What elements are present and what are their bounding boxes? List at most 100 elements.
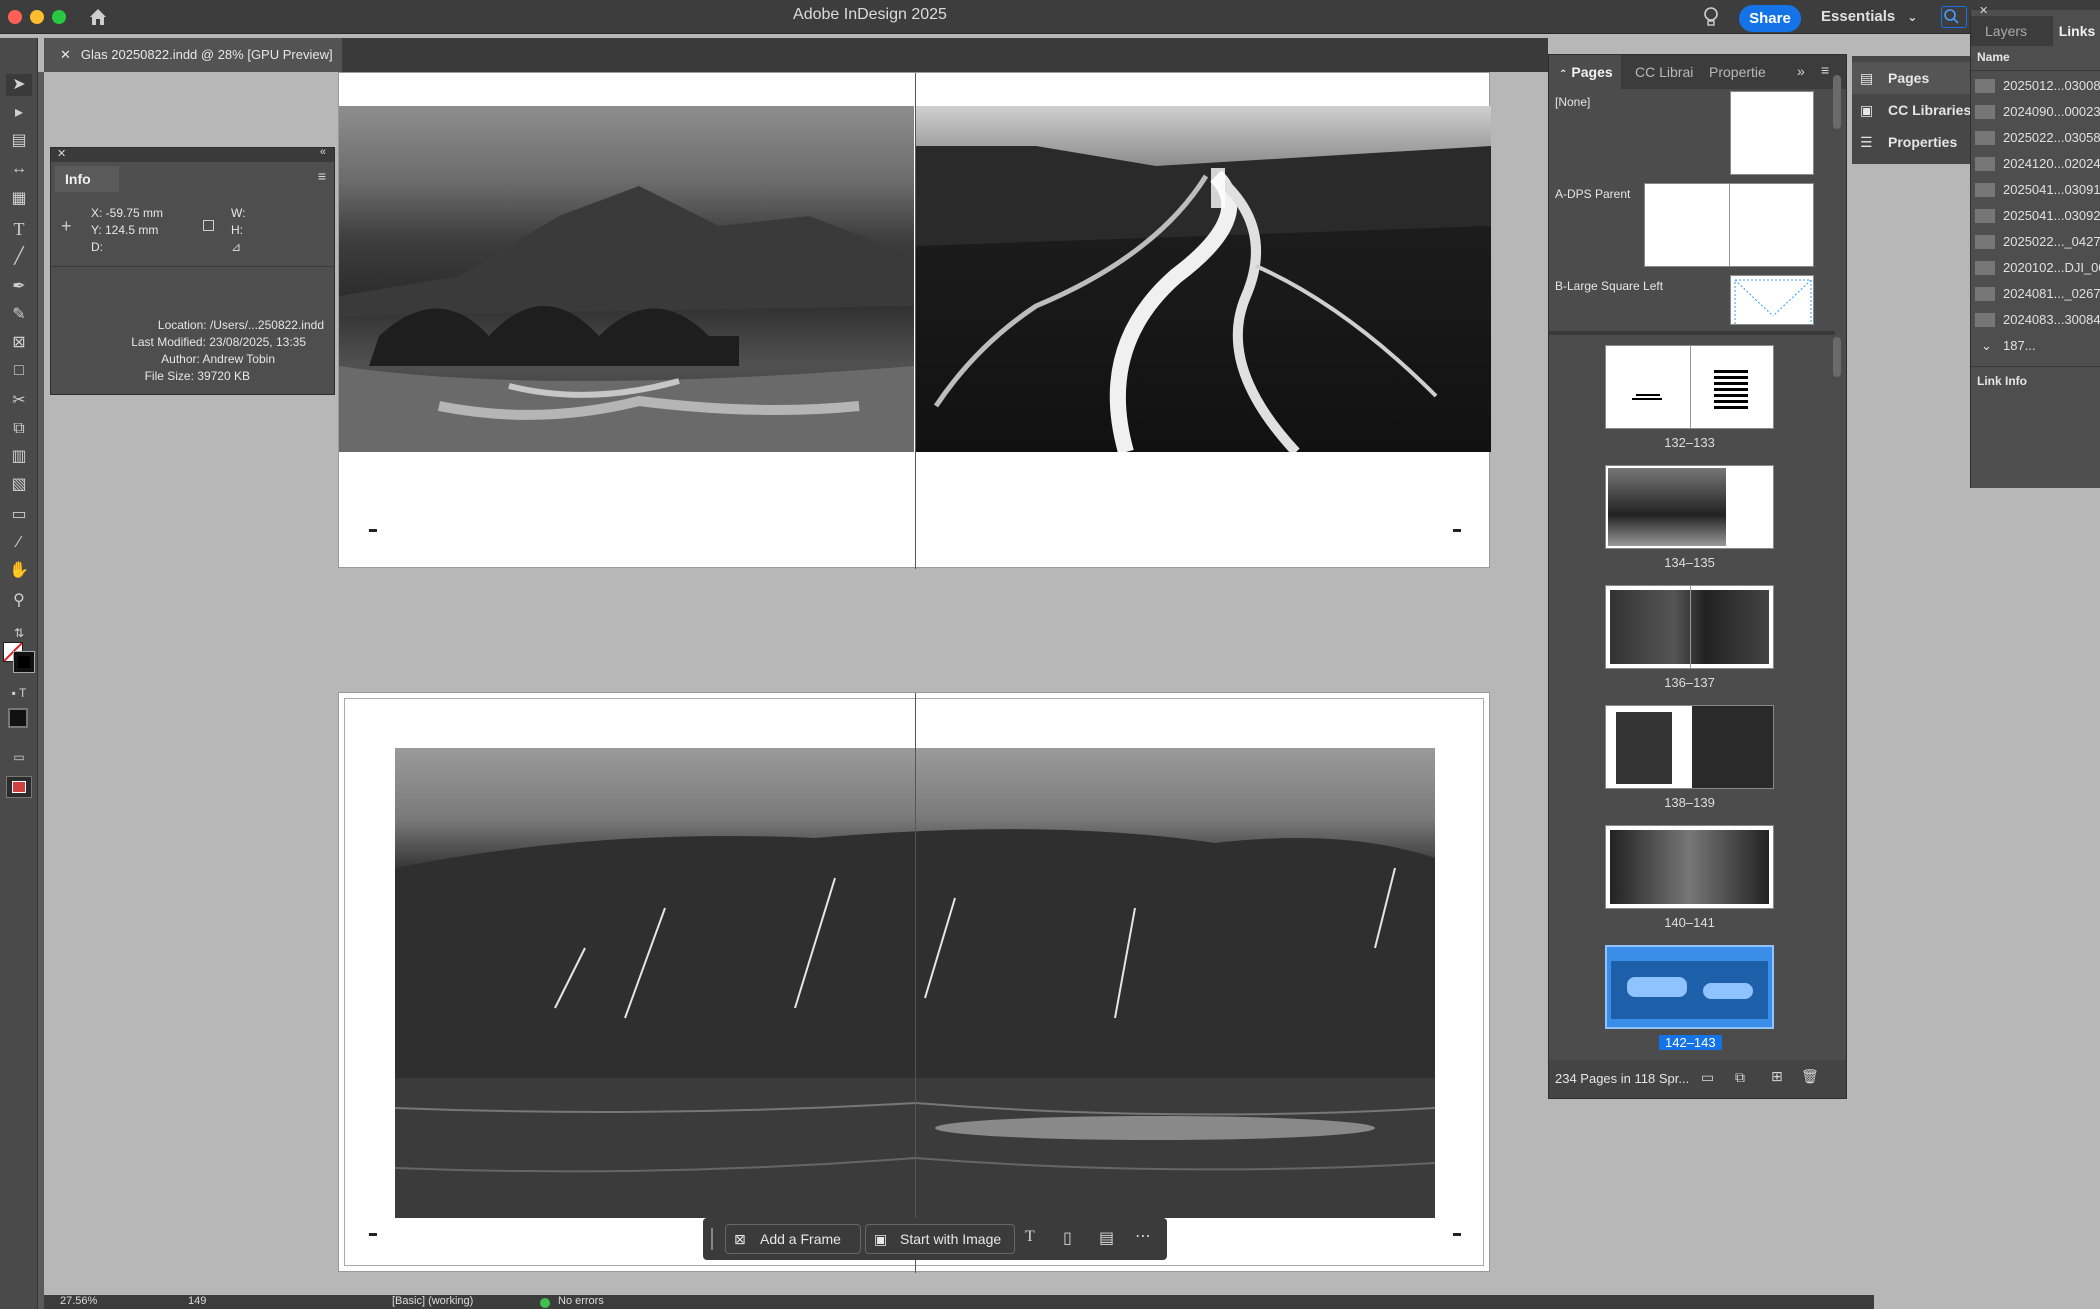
height-value: H: (231, 223, 243, 237)
formatting-affects-container-icon[interactable]: ▪ T (6, 682, 32, 704)
pencil-tool-icon[interactable]: ✎ (6, 304, 32, 326)
start-with-image-button[interactable]: ▣ Start with Image (865, 1224, 1015, 1254)
tab-cc-libraries[interactable]: CC Librai (1635, 55, 1693, 89)
dock-pages[interactable]: ▤ Pages (1852, 62, 1972, 94)
link-thumbnail (1975, 313, 1995, 327)
zoom-tool-icon[interactable]: ⚲ (6, 590, 32, 612)
info-tab[interactable]: Info (55, 166, 119, 192)
spread-top[interactable] (338, 72, 1491, 569)
page-size-icon[interactable]: ▭ (1701, 1069, 1714, 1086)
parent-a-label[interactable]: A-DPS Parent (1555, 187, 1630, 201)
dock-cc-libraries[interactable]: ▣ CC Libraries (1852, 94, 1972, 126)
parent-none-label[interactable]: [None] (1555, 95, 1590, 109)
selection-tool-icon[interactable]: ➤ (6, 74, 32, 96)
page-settings-icon[interactable]: ▤ (1099, 1228, 1114, 1248)
spread-thumbnail[interactable] (1605, 825, 1774, 909)
zoom-level[interactable]: 27.56% (60, 1295, 97, 1307)
panel-menu-icon[interactable]: ≡ (318, 168, 326, 184)
gradient-feather-tool-icon[interactable]: ▧ (6, 474, 32, 496)
spread-thumbnail[interactable] (1605, 465, 1774, 549)
apply-color-icon[interactable] (8, 708, 28, 728)
close-icon[interactable]: ✕ (60, 47, 71, 62)
gap-tool-icon[interactable]: ↔ (6, 158, 32, 180)
spread-thumbnail[interactable] (1605, 585, 1774, 669)
free-transform-tool-icon[interactable]: ⧉ (6, 418, 32, 440)
link-name: 2025022...03058 (2003, 130, 2100, 145)
tab-properties[interactable]: Propertie (1709, 55, 1766, 89)
hand-tool-icon[interactable]: ✋ (6, 560, 32, 582)
rectangle-frame-tool-icon[interactable]: ⊠ (6, 332, 32, 354)
tab-pages[interactable]: ⌃ Pages (1549, 55, 1621, 89)
collapse-icon[interactable]: « (320, 146, 326, 158)
spreads-scrollbar[interactable] (1833, 337, 1841, 377)
spread-thumbnail[interactable] (1605, 705, 1774, 789)
dock-properties[interactable]: ☰ Properties (1852, 126, 1972, 158)
tab-layers[interactable]: Layers (1985, 23, 2027, 39)
page-number-field[interactable]: 149 (188, 1295, 206, 1307)
eyedropper-tool-icon[interactable]: ⁄ (6, 532, 32, 554)
lightbulb-icon[interactable] (1702, 6, 1720, 28)
line-tool-icon[interactable]: ╱ (6, 246, 32, 268)
swap-colors-icon[interactable]: ⇅ (6, 622, 32, 644)
workspace-switcher[interactable]: Essentials ⌄ (1821, 8, 1917, 25)
pen-tool-icon[interactable]: ✒ (6, 276, 32, 298)
divider (1971, 366, 2100, 367)
link-row[interactable]: 2024090...00023 (1971, 100, 2100, 124)
link-row[interactable]: 2025012...03008 (1971, 74, 2100, 98)
panel-menu-icon[interactable]: ≡ (1821, 62, 1829, 78)
drag-handle[interactable] (711, 1228, 713, 1250)
spread-bottom[interactable] (338, 692, 1490, 1273)
screen-mode-icon[interactable]: ▭ (6, 746, 32, 768)
new-page-icon[interactable]: ⊞ (1771, 1068, 1783, 1085)
dock-label: CC Libraries (1888, 102, 1972, 118)
links-tab-bar: Layers Links (1971, 16, 2100, 46)
scissors-tool-icon[interactable]: ✂ (6, 390, 32, 412)
properties-icon: ☰ (1860, 134, 1873, 150)
parent-a-thumbnail[interactable] (1644, 183, 1814, 267)
link-row[interactable]: 2020102...DJI_00 (1971, 256, 2100, 280)
link-row[interactable]: 2025022...03058 (1971, 126, 2100, 150)
spread-thumbnail[interactable] (1605, 345, 1774, 429)
type-tool-icon[interactable]: T (6, 218, 32, 240)
link-row[interactable]: 2024083...30084 (1971, 308, 2100, 332)
add-frame-button[interactable]: ⊠ Add a Frame (725, 1224, 861, 1254)
parent-b-thumbnail[interactable] (1730, 275, 1814, 325)
river-photo[interactable] (916, 106, 1491, 452)
link-group-row[interactable]: ⌄ 187... (1971, 334, 2100, 358)
link-row[interactable]: 2025041...03092 (1971, 204, 2100, 228)
document-tab[interactable]: ✕ Glas 20250822.indd @ 28% [GPU Preview] (44, 38, 342, 72)
link-info-toggle[interactable]: Link Info (1977, 374, 2027, 388)
tab-links[interactable]: Links (2053, 16, 2100, 46)
rectangle-tool-icon[interactable]: □ (6, 360, 32, 382)
document-icon[interactable]: ▯ (1063, 1228, 1072, 1248)
type-icon[interactable]: T (1025, 1228, 1035, 1246)
close-icon[interactable]: ✕ (57, 147, 66, 160)
gradient-swatch-tool-icon[interactable]: ▥ (6, 446, 32, 468)
link-row[interactable]: 2024081..._0267 (1971, 282, 2100, 306)
expand-icon[interactable]: » (1797, 63, 1805, 79)
link-row[interactable]: 2025041...03091 (1971, 178, 2100, 202)
content-collector-icon[interactable]: ▦ (6, 188, 32, 210)
stroke-swatch[interactable] (13, 651, 35, 673)
link-row[interactable]: 2024120...02024 (1971, 152, 2100, 176)
share-button[interactable]: Share (1739, 5, 1801, 32)
parents-scrollbar[interactable] (1833, 75, 1841, 129)
column-header-name[interactable]: Name (1977, 50, 2010, 64)
preview-mode-icon[interactable] (6, 776, 32, 798)
bridge-photo[interactable] (339, 106, 914, 452)
section-divider (1549, 331, 1835, 335)
page-tool-icon[interactable]: ▤ (6, 130, 32, 152)
edit-page-size-icon[interactable]: ⧉ (1735, 1069, 1745, 1086)
preflight-profile[interactable]: [Basic] (working) (392, 1295, 473, 1307)
spread-thumbnail-selected[interactable] (1605, 945, 1774, 1029)
link-row[interactable]: 2025022..._0427 (1971, 230, 2100, 254)
delete-page-icon[interactable]: 🗑 (1801, 1068, 1819, 1085)
preflight-errors[interactable]: No errors (558, 1295, 604, 1307)
page-count: 234 Pages in 118 Spr... (1555, 1071, 1690, 1086)
note-tool-icon[interactable]: ▭ (6, 504, 32, 526)
direct-selection-tool-icon[interactable]: ▸ (6, 102, 32, 124)
parent-none-thumbnail[interactable] (1730, 91, 1814, 175)
search-icon[interactable] (1941, 6, 1967, 28)
parent-b-label[interactable]: B-Large Square Left (1555, 279, 1663, 293)
more-options-icon[interactable]: ⋯ (1135, 1226, 1151, 1246)
